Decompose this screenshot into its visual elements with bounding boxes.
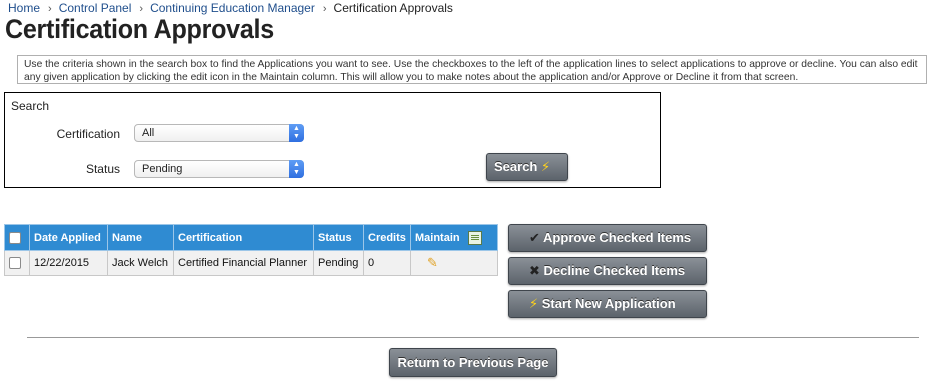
- start-new-application-label: Start New Application: [541, 296, 676, 311]
- status-label: Status: [85, 162, 120, 176]
- status-select-value: Pending: [142, 163, 183, 175]
- row-checkbox[interactable]: [9, 257, 21, 270]
- breadcrumb: Home › Control Panel › Continuing Education …: [8, 1, 453, 15]
- approve-checked-button[interactable]: ✔ Approve Checked Items: [508, 224, 707, 252]
- search-panel: Search Certification All ▲ ▼ Status Pendi…: [4, 92, 661, 188]
- cell-status: Pending: [313, 250, 364, 276]
- approve-checked-label: Approve Checked Items: [543, 230, 692, 245]
- column-maintain: Maintain: [410, 224, 498, 251]
- cell-name: Jack Welch: [107, 250, 174, 276]
- decline-checked-button[interactable]: ✖ Decline Checked Items: [508, 257, 707, 285]
- select-arrows-icon: ▲ ▼: [289, 124, 304, 142]
- cell-credits: 0: [363, 250, 411, 276]
- table-row: 12/22/2015 Jack Welch Certified Financia…: [4, 250, 498, 276]
- row-checkbox-cell: [4, 250, 30, 276]
- column-maintain-label: Maintain: [415, 231, 460, 244]
- column-status[interactable]: Status: [313, 224, 364, 251]
- cell-date-applied: 12/22/2015: [29, 250, 108, 276]
- search-title: Search: [11, 99, 50, 113]
- select-all-header: [4, 224, 30, 251]
- spreadsheet-icon: [467, 230, 482, 245]
- select-arrows-icon: ▲ ▼: [289, 160, 304, 178]
- search-button[interactable]: Search ⚡: [486, 153, 568, 181]
- return-to-previous-button[interactable]: Return to Previous Page: [389, 348, 557, 377]
- breadcrumb-control-panel[interactable]: Control Panel: [59, 1, 132, 15]
- lightning-icon: ⚡: [529, 296, 539, 311]
- breadcrumb-current: Certification Approvals: [333, 1, 453, 15]
- breadcrumb-home[interactable]: Home: [8, 1, 40, 15]
- lightning-icon: ⚡: [541, 159, 551, 174]
- certification-select[interactable]: All ▲ ▼: [134, 124, 304, 142]
- column-certification[interactable]: Certification: [173, 224, 314, 251]
- table-header-row: Date Applied Name Certification Status C…: [4, 224, 498, 251]
- x-icon: ✖: [529, 263, 540, 278]
- start-new-application-button[interactable]: ⚡ Start New Application: [508, 290, 707, 318]
- page-title: Certification Approvals: [5, 14, 274, 44]
- checkmark-icon: ✔: [529, 230, 540, 245]
- certification-label: Certification: [56, 127, 120, 141]
- cell-maintain: ✎: [410, 250, 498, 276]
- select-all-checkbox[interactable]: [9, 231, 21, 244]
- applications-table: Date Applied Name Certification Status C…: [4, 224, 498, 276]
- instructions-panel: Use the criteria shown in the search box…: [17, 55, 927, 84]
- cell-certification: Certified Financial Planner: [173, 250, 314, 276]
- column-credits[interactable]: Credits: [363, 224, 411, 251]
- certification-select-value: All: [142, 127, 155, 139]
- pencil-icon[interactable]: ✎: [427, 255, 438, 270]
- breadcrumb-separator: ›: [322, 3, 327, 15]
- column-name[interactable]: Name: [107, 224, 174, 251]
- column-date-applied[interactable]: Date Applied: [29, 224, 108, 251]
- status-select[interactable]: Pending ▲ ▼: [134, 160, 304, 178]
- divider: [27, 337, 919, 338]
- breadcrumb-continuing-education-manager[interactable]: Continuing Education Manager: [150, 1, 315, 15]
- decline-checked-label: Decline Checked Items: [543, 263, 686, 278]
- search-button-label: Search: [494, 159, 538, 174]
